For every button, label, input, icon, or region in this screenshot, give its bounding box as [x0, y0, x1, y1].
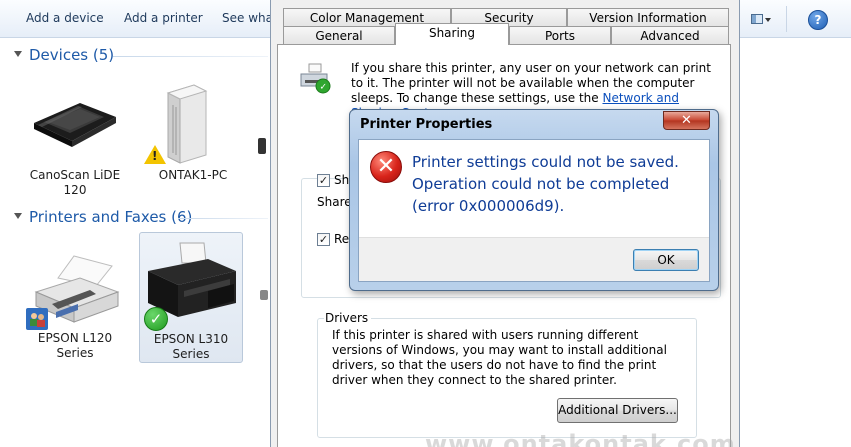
close-button[interactable]: ✕	[663, 111, 710, 130]
computer-tower-icon	[166, 84, 208, 164]
devices-group-divider	[113, 56, 268, 57]
chevron-down-icon	[765, 18, 771, 22]
device-label: CanoScan LiDE 120	[29, 168, 121, 197]
printer-epson-l310[interactable]: ✓ EPSON L310 Series	[139, 232, 243, 363]
tab-ports[interactable]: Ports	[509, 26, 611, 45]
collapse-triangle-icon	[14, 212, 22, 219]
watermark: www.ontakontak.com	[425, 430, 736, 447]
render-jobs-checkbox[interactable]: ✓	[317, 233, 330, 246]
change-view-button[interactable]	[748, 10, 772, 28]
shared-printer-icon: ✓	[300, 63, 331, 94]
tab-sharing[interactable]: Sharing	[395, 23, 509, 45]
ok-button[interactable]: OK	[633, 249, 699, 271]
dialog-footer: OK	[359, 237, 709, 281]
dialog-title: Printer Properties	[360, 117, 493, 132]
add-device-button[interactable]: Add a device	[26, 11, 104, 25]
printer-properties-error-dialog: Printer Properties ✕ ✕ Printer settings …	[349, 109, 719, 291]
error-message: Printer settings could not be saved. Ope…	[412, 153, 679, 215]
close-icon: ✕	[681, 113, 692, 128]
help-icon[interactable]: ?	[808, 10, 828, 30]
additional-drivers-button[interactable]: Additional Drivers...	[557, 398, 678, 423]
preview-pane-icon	[751, 14, 763, 24]
tab-version-information[interactable]: Version Information	[567, 8, 729, 27]
device-ontak1-pc[interactable]: ! ONTAK1-PC	[138, 75, 248, 205]
printer-label: EPSON L310 Series	[153, 332, 229, 361]
printers-group-label: Printers and Faxes (6)	[29, 208, 193, 226]
default-printer-check-icon: ✓	[144, 307, 168, 331]
device-label: ONTAK1-PC	[158, 168, 228, 182]
shared-users-icon	[26, 308, 48, 330]
drivers-description: If this printer is shared with users run…	[332, 328, 667, 387]
devices-group-label: Devices (5)	[29, 46, 115, 64]
error-icon: ✕	[370, 151, 402, 183]
printers-group-divider	[178, 218, 268, 219]
device-canoscan[interactable]: CanoScan LiDE 120	[20, 75, 130, 205]
share-printer-checkbox[interactable]: ✓	[317, 174, 330, 187]
printers-group-header[interactable]: Printers and Faxes (6)	[14, 208, 192, 226]
scanner-icon	[34, 103, 116, 147]
drivers-group-legend: Drivers	[324, 311, 372, 325]
printer-epson-l120[interactable]: EPSON L120 Series	[20, 236, 130, 366]
tab-advanced[interactable]: Advanced	[611, 26, 729, 45]
add-printer-button[interactable]: Add a printer	[124, 11, 203, 25]
printer-label: EPSON L120 Series	[37, 331, 113, 360]
svg-text:✓: ✓	[320, 83, 328, 93]
toolbar-separator	[786, 6, 787, 32]
collapse-triangle-icon	[14, 50, 22, 57]
warning-icon: !	[144, 145, 166, 164]
partial-device-icon	[258, 138, 266, 154]
partial-printer-icon	[260, 290, 268, 300]
tab-general[interactable]: General	[283, 26, 395, 45]
dialog-body: ✕ Printer settings could not be saved. O…	[358, 139, 710, 282]
devices-group-header[interactable]: Devices (5)	[14, 46, 114, 64]
